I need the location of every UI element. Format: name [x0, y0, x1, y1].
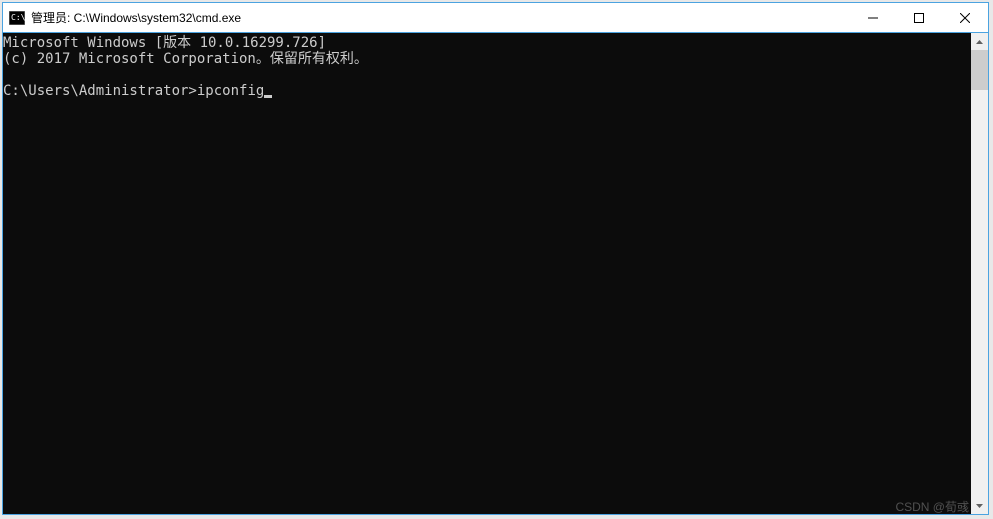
- cmd-window: C:\ 管理员: C:\Windows\system32\cmd.exe Mic…: [2, 2, 989, 515]
- cmd-icon: C:\: [9, 11, 25, 25]
- output-line: (c) 2017 Microsoft Corporation。保留所有权利。: [3, 51, 971, 67]
- vertical-scrollbar[interactable]: [971, 33, 988, 514]
- minimize-button[interactable]: [850, 3, 896, 32]
- maximize-button[interactable]: [896, 3, 942, 32]
- close-button[interactable]: [942, 3, 988, 32]
- prompt-text: C:\Users\Administrator>: [3, 83, 197, 99]
- titlebar[interactable]: C:\ 管理员: C:\Windows\system32\cmd.exe: [3, 3, 988, 33]
- output-line: [3, 67, 971, 83]
- scroll-up-arrow[interactable]: [971, 33, 988, 50]
- prompt-line: C:\Users\Administrator>ipconfig: [3, 83, 971, 99]
- command-text: ipconfig: [197, 83, 264, 99]
- output-line: Microsoft Windows [版本 10.0.16299.726]: [3, 35, 971, 51]
- terminal-output[interactable]: Microsoft Windows [版本 10.0.16299.726](c)…: [3, 33, 971, 514]
- watermark: CSDN @荀彧: [895, 498, 969, 515]
- window-controls: [850, 3, 988, 32]
- cursor: [264, 95, 272, 98]
- scroll-thumb[interactable]: [971, 50, 988, 90]
- window-title: 管理员: C:\Windows\system32\cmd.exe: [31, 9, 850, 26]
- scroll-down-arrow[interactable]: [971, 497, 988, 514]
- scroll-track[interactable]: [971, 50, 988, 497]
- svg-text:C:\: C:\: [11, 13, 25, 22]
- terminal-area: Microsoft Windows [版本 10.0.16299.726](c)…: [3, 33, 988, 514]
